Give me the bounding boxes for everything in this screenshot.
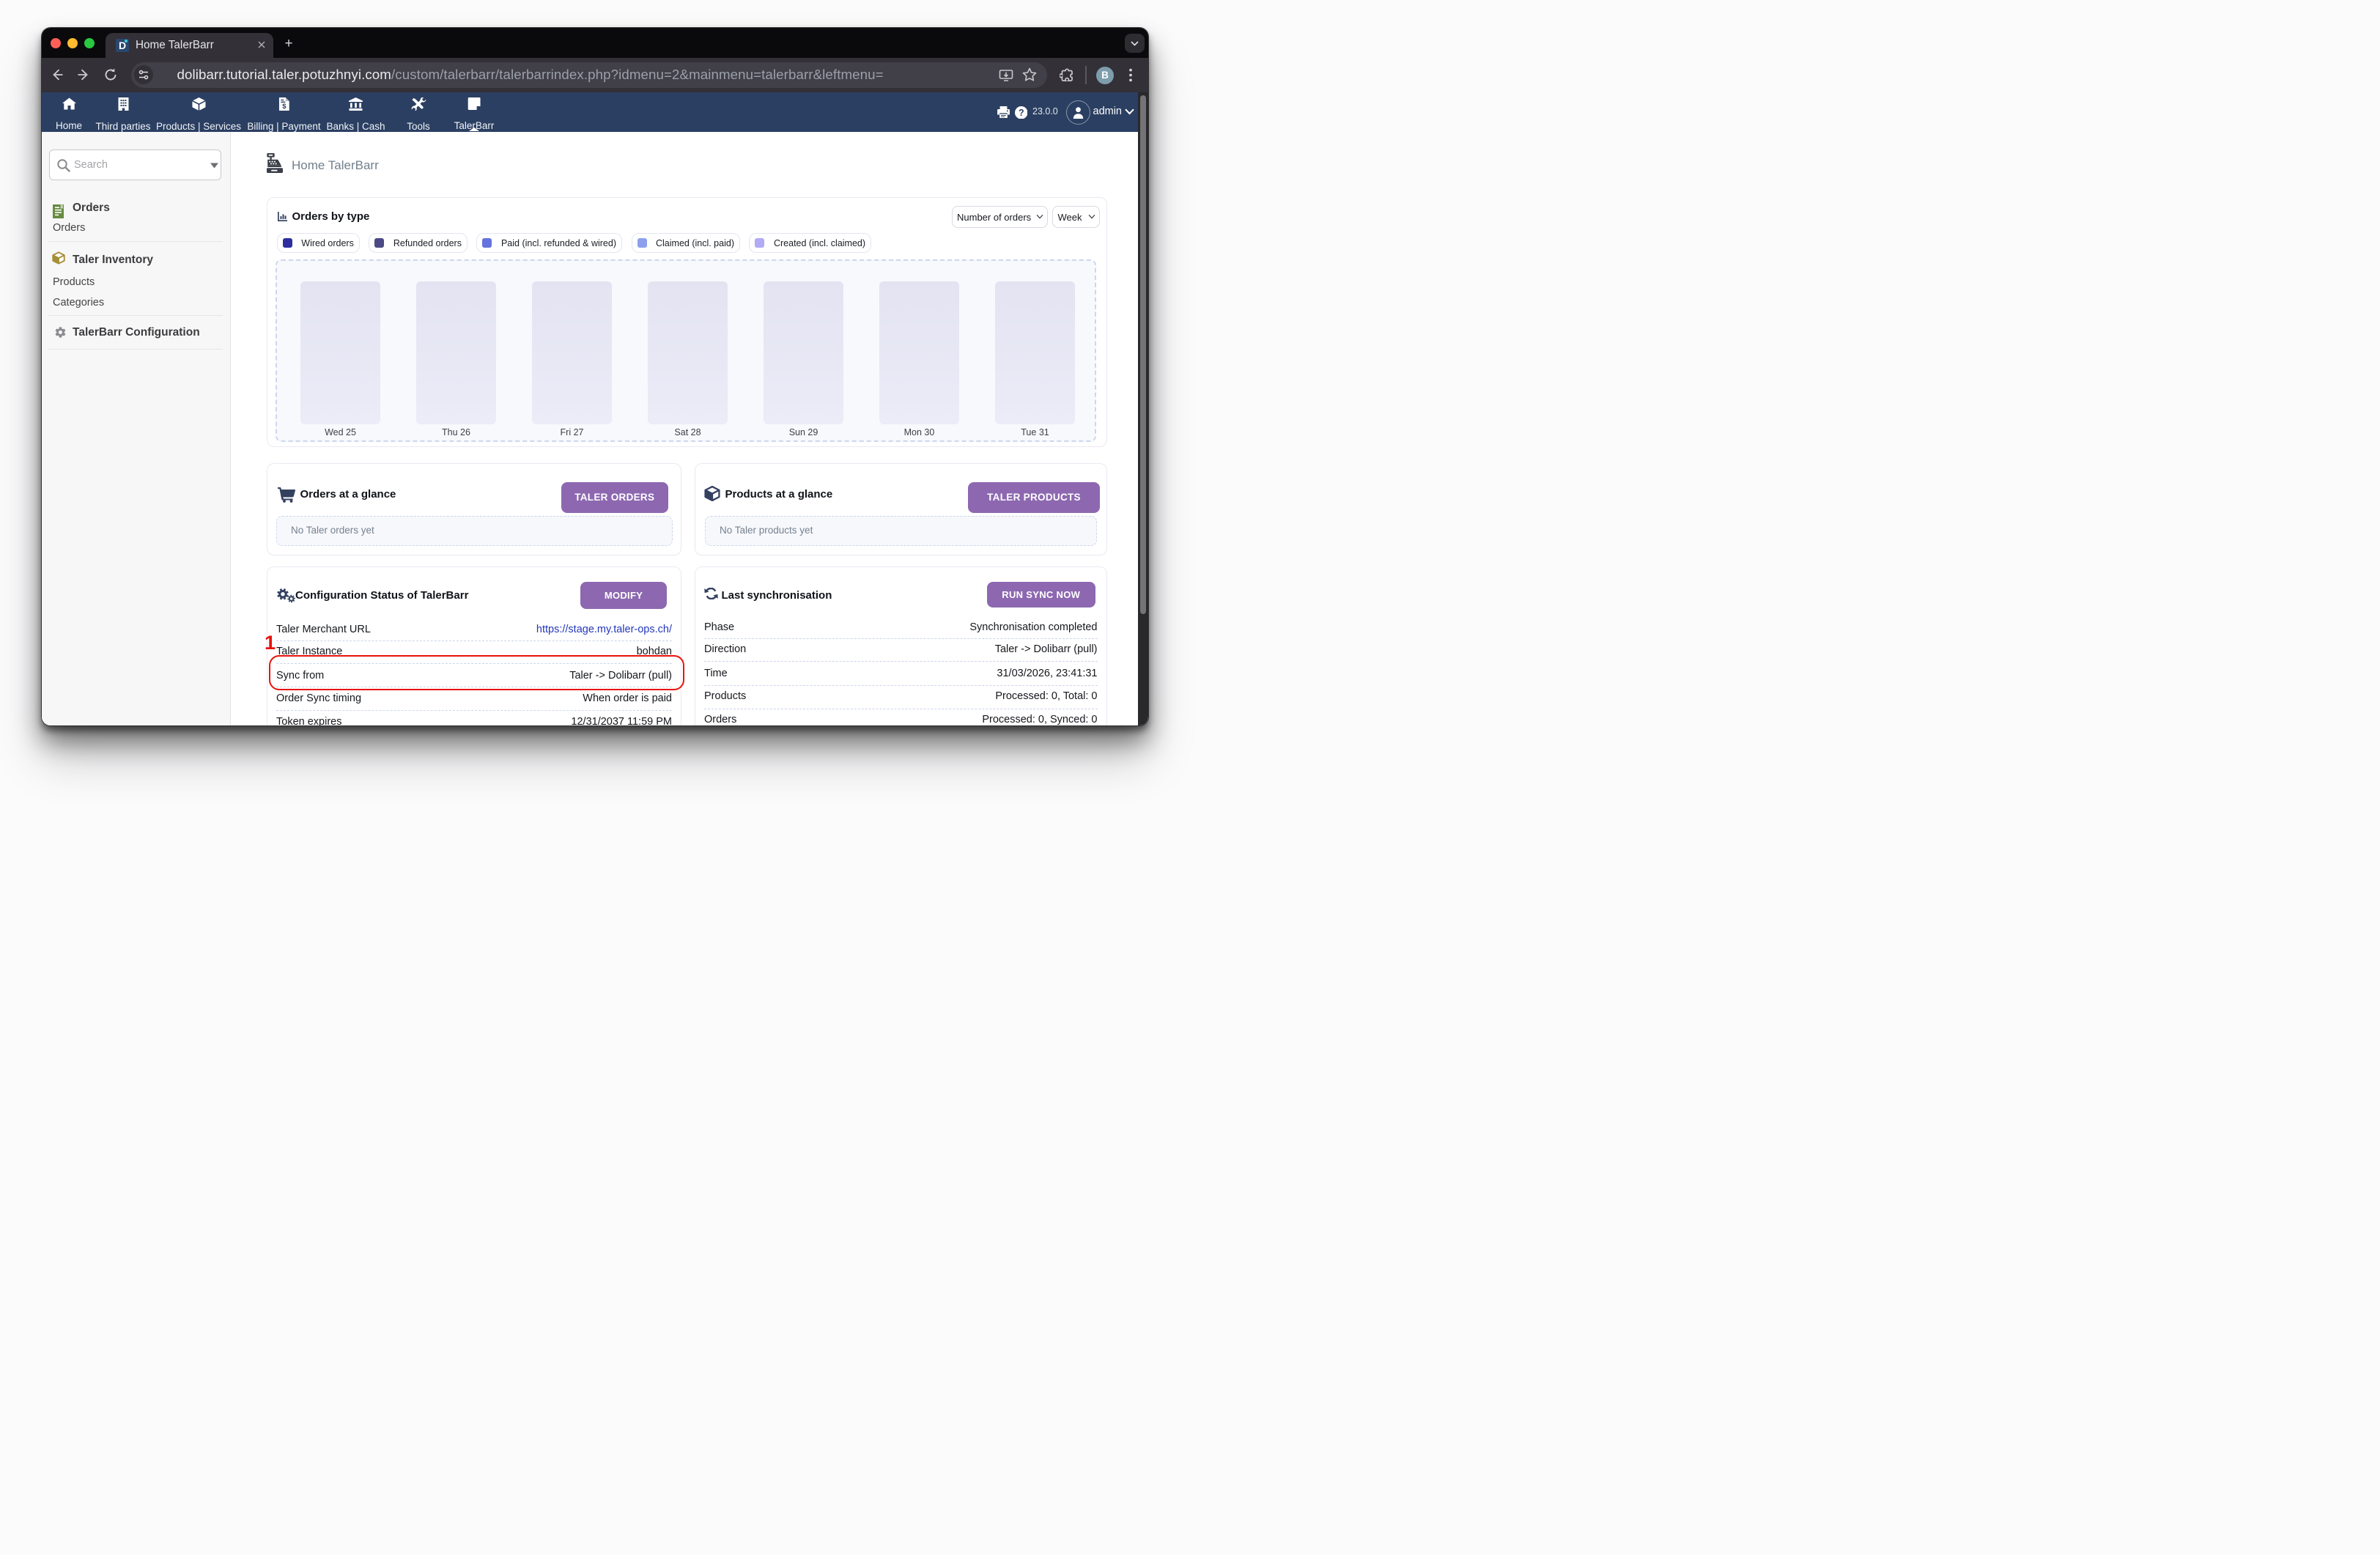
svg-text:?: ? xyxy=(1018,108,1024,118)
svg-text:$: $ xyxy=(282,103,287,111)
